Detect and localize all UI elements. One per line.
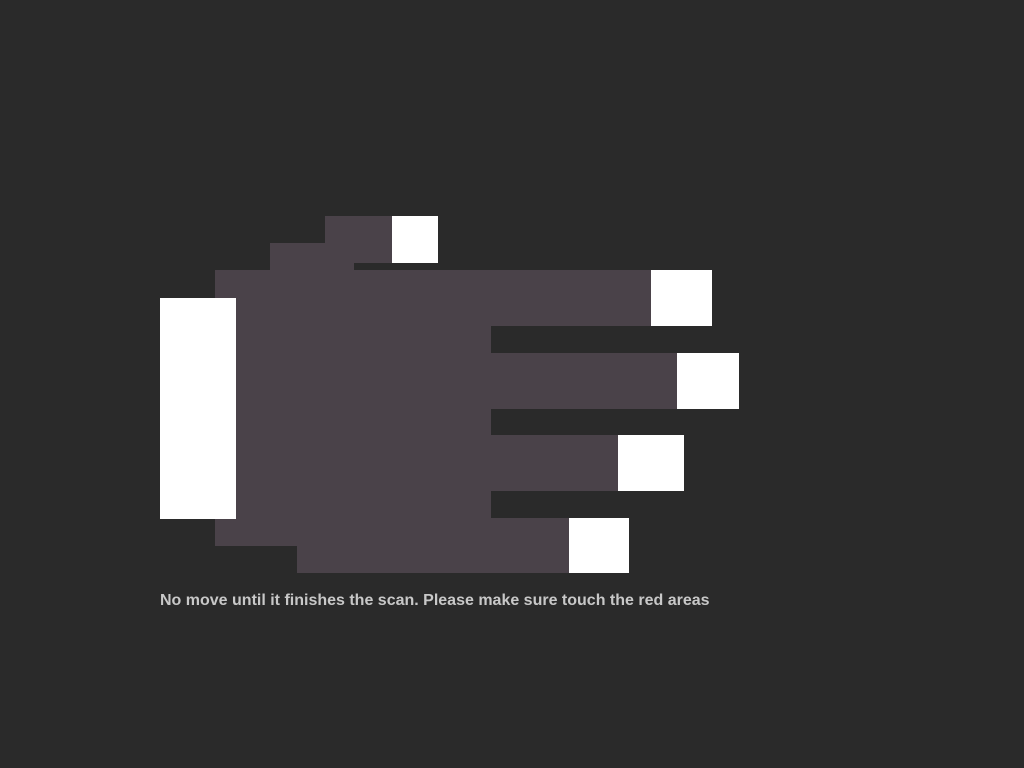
ring-finger-touch-area[interactable]: [618, 435, 684, 491]
palm-bottom: [215, 518, 570, 546]
little-finger-touch-area[interactable]: [569, 518, 629, 573]
ring-finger: [490, 435, 619, 491]
middle-finger-touch-area[interactable]: [677, 353, 739, 409]
palm: [236, 325, 491, 520]
hand-scan-screen: No move until it finishes the scan. Plea…: [0, 0, 1024, 768]
index-finger: [215, 270, 652, 326]
hand-silhouette: [0, 0, 1024, 768]
thumb-base: [270, 243, 354, 271]
index-finger-touch-area[interactable]: [651, 270, 712, 326]
scan-instruction-text: No move until it finishes the scan. Plea…: [160, 592, 710, 609]
thumb-touch-area[interactable]: [392, 216, 438, 263]
little-finger: [297, 545, 570, 573]
palm-heel-touch-area[interactable]: [160, 298, 236, 519]
middle-finger: [490, 353, 678, 409]
